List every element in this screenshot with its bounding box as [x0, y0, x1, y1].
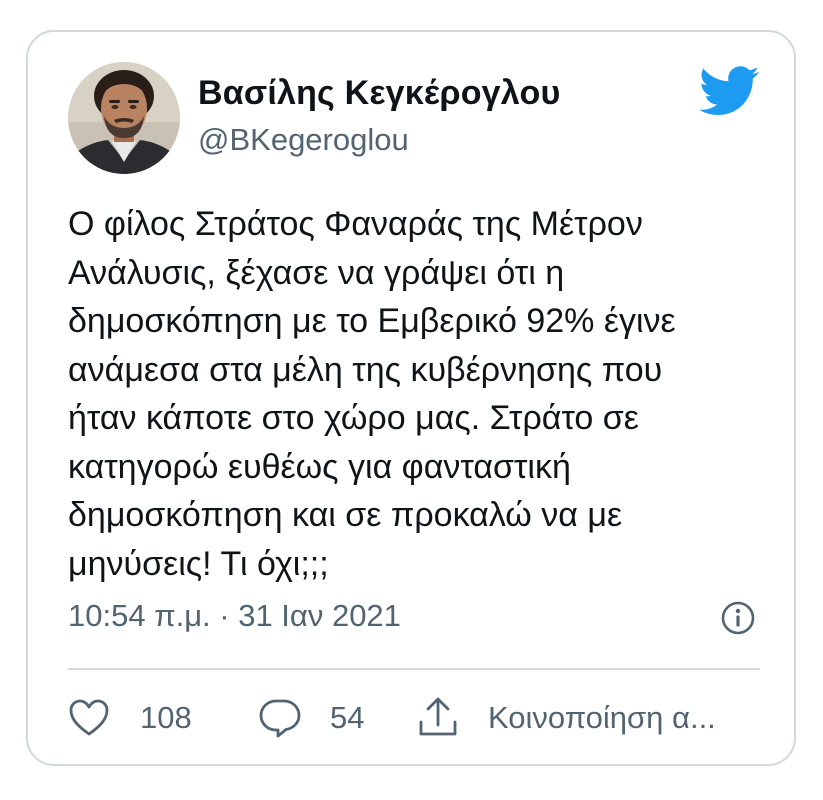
- tweet-text: Ο φίλος Στράτος Φαναράς της Μέτρον Ανάλυ…: [68, 200, 768, 588]
- author-avatar[interactable]: [68, 62, 180, 174]
- twitter-bird-icon[interactable]: [700, 66, 760, 116]
- tweet-text-line: Ο φίλος Στράτος Φαναράς της Μέτρον: [68, 205, 643, 243]
- tweet-timestamp[interactable]: 10:54 π.μ. · 31 Ιαν 2021: [68, 598, 401, 634]
- reply-count: 54: [330, 700, 365, 735]
- divider: [68, 668, 760, 670]
- tweet-text-line: ανάμεσα στα μέλη της κυβέρνησης που: [68, 350, 663, 389]
- like-count: 108: [140, 700, 192, 735]
- tweet-text-line: δημοσκόπηση και σε προκαλώ να με: [68, 496, 623, 534]
- share-button[interactable]: Κοινοποίηση α...: [416, 696, 716, 740]
- share-icon: [419, 697, 457, 736]
- tweet-text-line: δημοσκόπηση με το Εμβερικό 92% έγινε: [68, 302, 676, 340]
- reply-button[interactable]: 54: [258, 696, 364, 740]
- share-label: Κοινοποίηση α...: [488, 700, 716, 735]
- action-bar: 108 54 Κοινοποίηση α...: [68, 696, 768, 740]
- author-name[interactable]: Βασίλης Κεγκέρογλου: [198, 74, 560, 113]
- reply-icon: [259, 699, 301, 738]
- tweet-text-line: μηνύσεις! Τι όχι;;;: [68, 544, 329, 583]
- tweet-text-line: κατηγορώ ευθέως για φανταστική: [68, 447, 571, 486]
- heart-icon: [69, 699, 109, 736]
- tweet-text-line: Ανάλυσις, ξέχασε να γράψει ότι η: [68, 253, 565, 292]
- author-handle[interactable]: @BKegeroglou: [198, 122, 409, 158]
- tweet-card[interactable]: Βασίλης Κεγκέρογλου @BKegeroglou Ο φίλος…: [26, 30, 796, 766]
- avatar-photo: [68, 62, 180, 174]
- tweet-text-line: ήταν κάποτε στο χώρο μας. Στράτο σε: [68, 399, 639, 437]
- info-icon[interactable]: [720, 600, 756, 636]
- like-button[interactable]: 108: [68, 696, 192, 740]
